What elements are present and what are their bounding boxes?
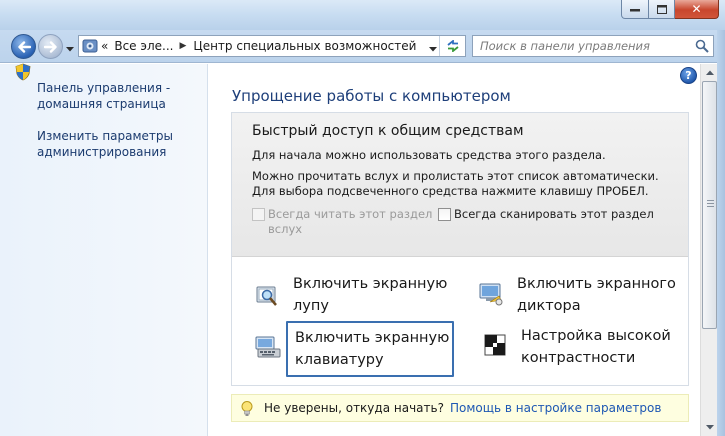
navigation-bar: « Все эле... ▶ Центр специальных возможн… bbox=[0, 30, 725, 63]
tool-contrast-label: Настройка высокой bbox=[521, 328, 671, 344]
sidebar-item-label: Изменить параметры bbox=[37, 129, 174, 143]
sidebar-item-label: домашняя страница bbox=[37, 97, 166, 111]
always-read-label: Всегда читать этот раздел bbox=[268, 207, 433, 221]
high-contrast-icon bbox=[484, 334, 506, 356]
control-panel-icon bbox=[79, 38, 101, 54]
breadcrumb-item-all-items[interactable]: Все эле... bbox=[114, 39, 173, 53]
tool-contrast-label-cont: контрастности bbox=[521, 350, 636, 366]
tool-high-contrast[interactable]: Настройка высокой контрастности bbox=[521, 325, 671, 369]
shield-icon bbox=[15, 63, 31, 81]
sidebar-item-label: администрирования bbox=[37, 145, 167, 159]
hint-text: Не уверены, откуда начать? bbox=[264, 401, 444, 415]
always-scan-checkbox[interactable] bbox=[438, 208, 451, 221]
forward-button[interactable] bbox=[38, 34, 63, 59]
breadcrumb-overflow[interactable]: « bbox=[101, 39, 108, 53]
address-bar[interactable]: « Все эле... ▶ Центр специальных возможн… bbox=[78, 35, 466, 57]
chevron-down-icon bbox=[429, 47, 437, 52]
search-input[interactable] bbox=[480, 39, 694, 53]
maximize-button[interactable] bbox=[649, 0, 675, 19]
maximize-icon bbox=[656, 4, 667, 14]
chevron-down-icon bbox=[705, 425, 714, 430]
tool-narrator-label-cont: диктора bbox=[517, 298, 581, 314]
help-icon[interactable]: ? bbox=[680, 67, 697, 84]
scroll-up-button[interactable] bbox=[701, 64, 718, 81]
arrow-right-icon bbox=[43, 40, 57, 53]
tool-narrator[interactable]: Включить экранного диктора bbox=[517, 273, 676, 317]
narrator-icon bbox=[479, 283, 503, 306]
window-controls: ✕ bbox=[621, 0, 719, 19]
magnifier-icon bbox=[256, 286, 277, 306]
sidebar-item-change-admin-settings[interactable]: Изменить параметры администрирования bbox=[37, 128, 173, 160]
always-read-label-cont: вслух bbox=[268, 222, 303, 236]
sidebar-item-label: Панель управления - bbox=[37, 81, 171, 95]
tool-magnifier-label-cont: лупу bbox=[293, 298, 329, 314]
window-frame bbox=[717, 30, 725, 436]
quick-access-instructions: Можно прочитать вслух и пролистать этот … bbox=[252, 169, 659, 198]
sidebar-item-control-panel-home[interactable]: Панель управления - домашняя страница bbox=[37, 80, 170, 112]
always-read-checkbox[interactable] bbox=[252, 208, 265, 221]
always-read-option[interactable]: Всегда читать этот раздел вслух bbox=[252, 207, 432, 237]
page-title: Упрощение работы с компьютером bbox=[232, 87, 511, 105]
chevron-up-icon bbox=[705, 70, 714, 75]
on-screen-keyboard-icon bbox=[255, 336, 281, 358]
scroll-down-button[interactable] bbox=[701, 419, 718, 436]
breadcrumb: « Все эле... ▶ Центр специальных возможн… bbox=[101, 39, 416, 53]
focus-highlight bbox=[286, 321, 454, 377]
search-icon[interactable] bbox=[695, 39, 709, 56]
address-dropdown-button[interactable] bbox=[429, 41, 437, 55]
hint-bar: Не уверены, откуда начать? Помощь в наст… bbox=[231, 394, 689, 422]
title-bar: ✕ bbox=[0, 0, 725, 30]
quick-access-description: Для начала можно использовать средства э… bbox=[252, 148, 606, 162]
help-label: ? bbox=[685, 69, 692, 82]
minimize-button[interactable] bbox=[621, 0, 649, 19]
vertical-scrollbar[interactable] bbox=[700, 64, 717, 436]
tool-narrator-label: Включить экранного bbox=[517, 276, 676, 292]
scrollbar-thumb[interactable] bbox=[702, 81, 717, 329]
always-scan-label: Всегда сканировать этот раздел bbox=[454, 207, 654, 221]
search-box[interactable] bbox=[472, 35, 714, 57]
quick-access-header: Быстрый доступ к общим средствам Для нач… bbox=[232, 113, 688, 257]
settings-help-link[interactable]: Помощь в настройке параметров bbox=[450, 401, 661, 415]
quick-access-title: Быстрый доступ к общим средствам bbox=[252, 123, 524, 139]
always-scan-option[interactable]: Всегда сканировать этот раздел bbox=[438, 207, 654, 222]
left-pane bbox=[0, 64, 208, 436]
minimize-icon bbox=[630, 9, 640, 12]
recent-pages-button[interactable] bbox=[66, 41, 74, 55]
back-button[interactable] bbox=[11, 34, 36, 59]
close-button[interactable]: ✕ bbox=[675, 0, 719, 19]
chevron-down-icon bbox=[66, 47, 74, 52]
close-icon: ✕ bbox=[691, 2, 702, 16]
tool-magnifier-label: Включить экранную bbox=[293, 276, 448, 292]
refresh-icon bbox=[446, 40, 459, 52]
breadcrumb-separator-icon[interactable]: ▶ bbox=[179, 41, 186, 51]
breadcrumb-item-ease-of-access[interactable]: Центр специальных возможностей bbox=[193, 39, 416, 53]
refresh-button[interactable] bbox=[439, 36, 465, 56]
lightbulb-icon bbox=[241, 401, 253, 416]
tool-magnifier[interactable]: Включить экранную лупу bbox=[293, 273, 447, 317]
arrow-left-icon bbox=[17, 40, 31, 53]
